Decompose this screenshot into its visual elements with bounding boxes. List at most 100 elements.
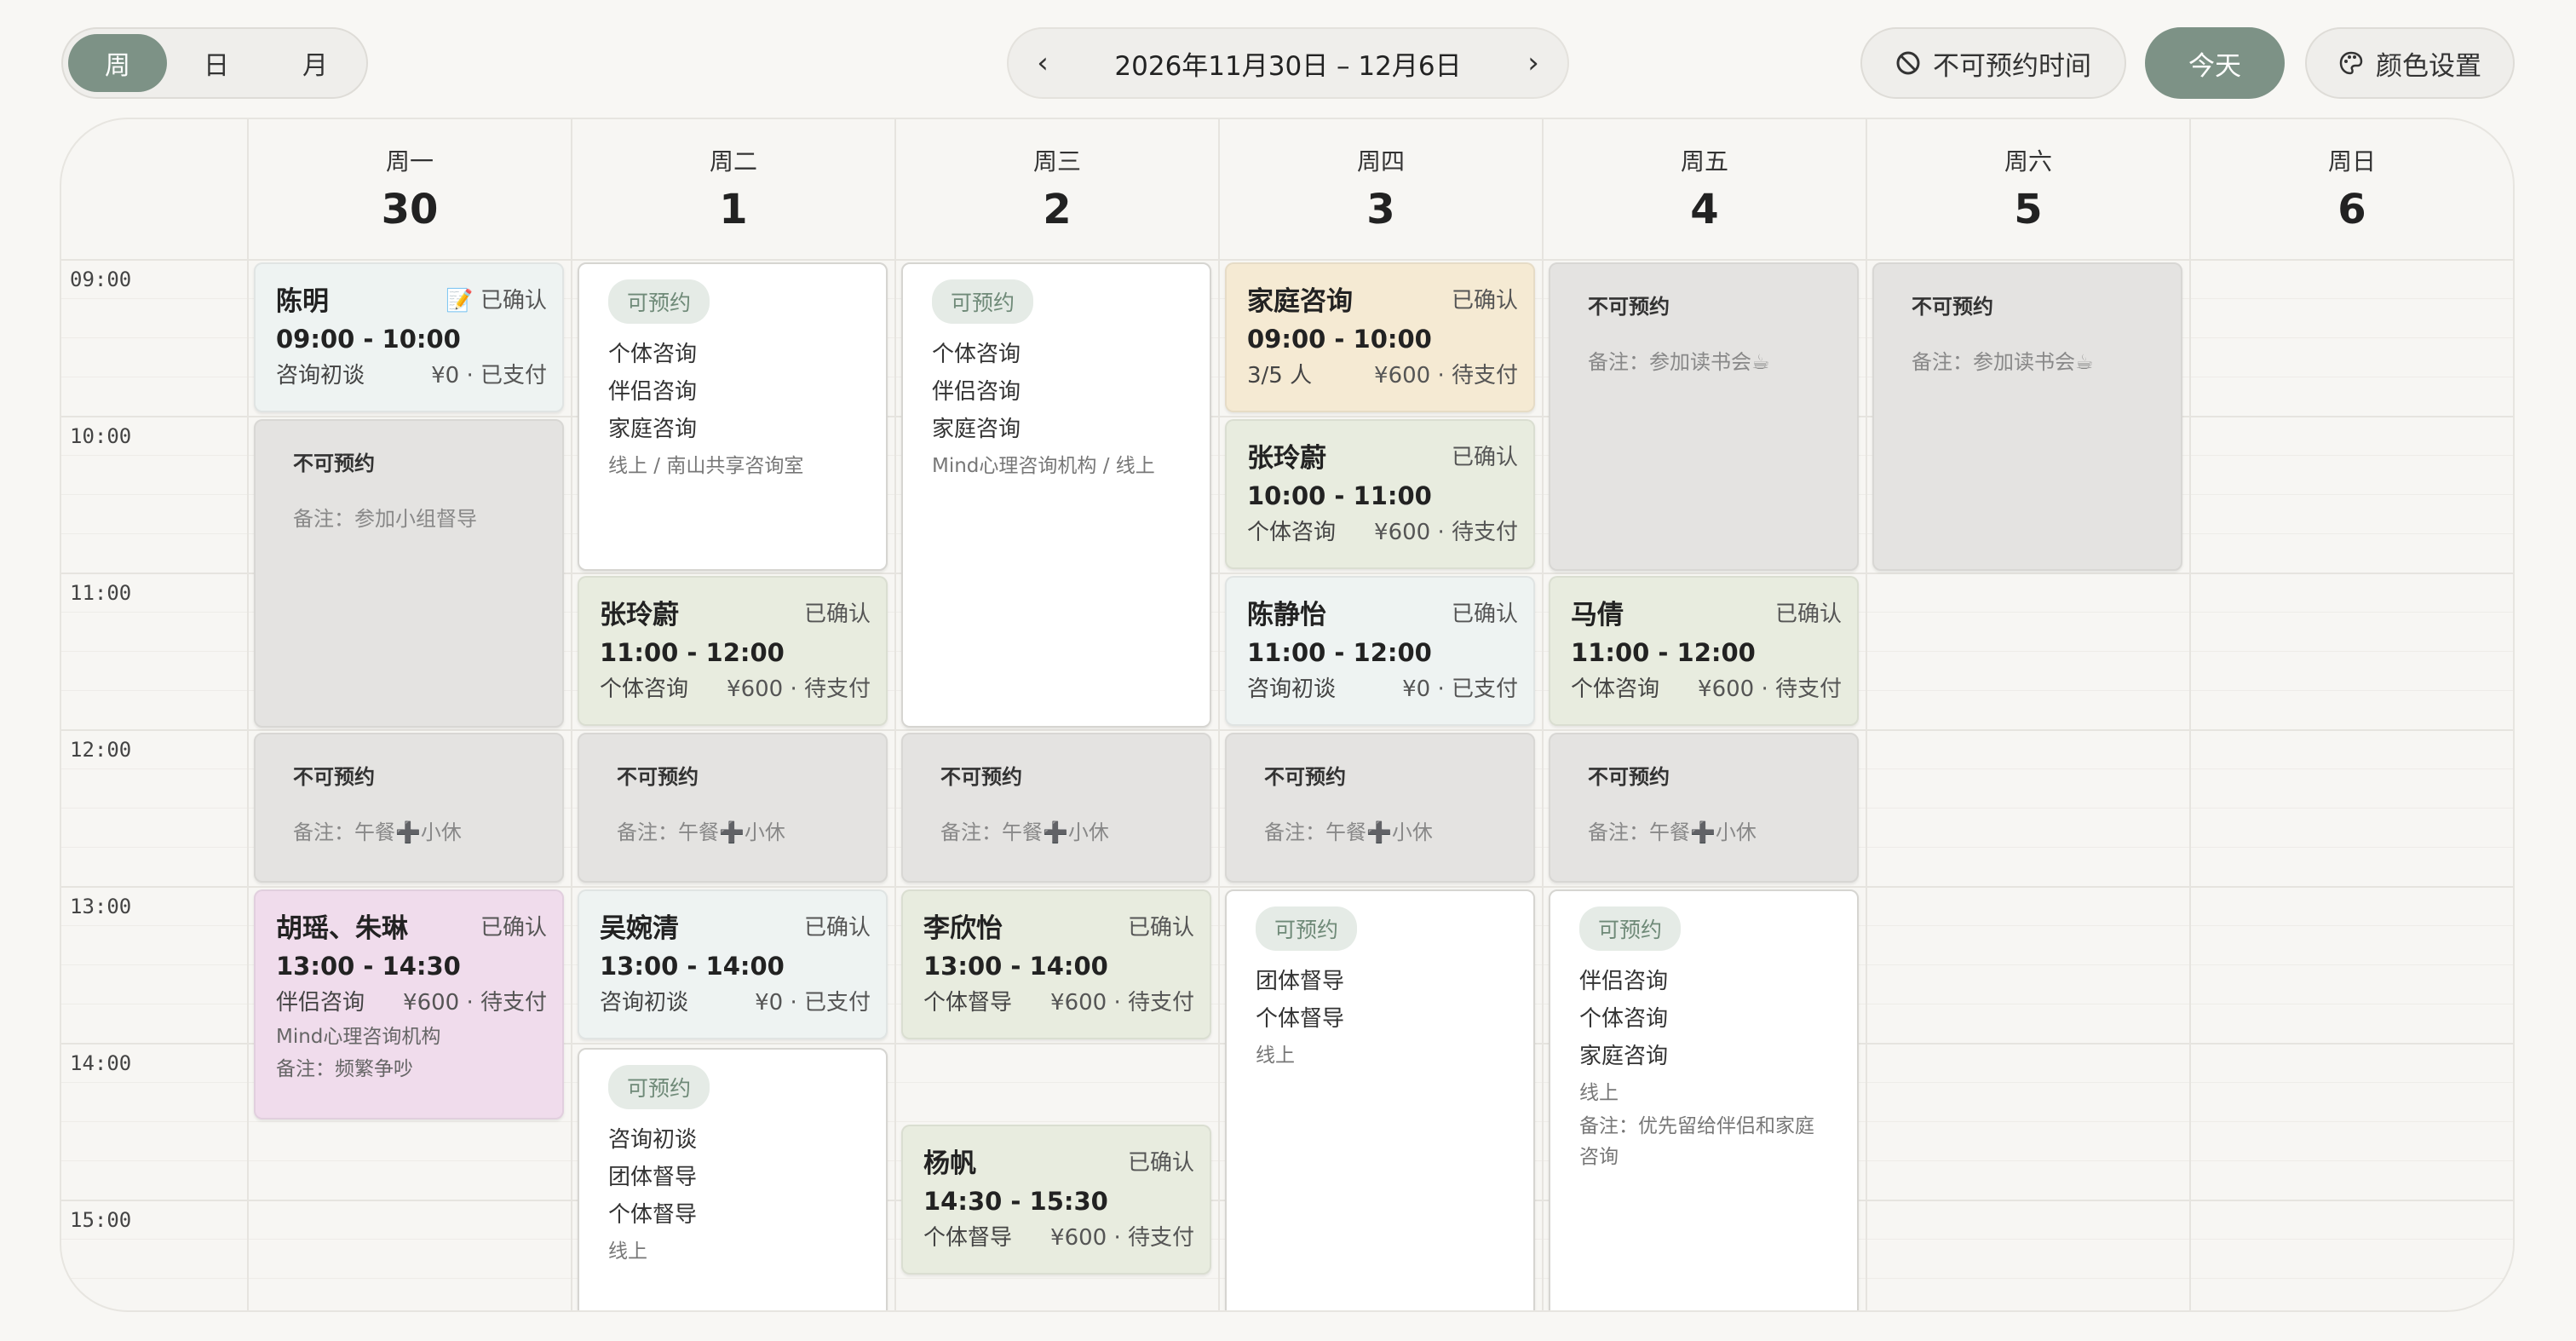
available-slot[interactable]: 可预约 伴侣咨询 个体咨询 家庭咨询 线上 备注：优先留给伴侣和家庭咨询 (1549, 889, 1859, 1310)
today-button[interactable]: 今天 (2145, 27, 2285, 99)
client-name: 李欣怡 (923, 912, 1003, 944)
chevron-right-icon[interactable]: › (1499, 29, 1567, 97)
view-week-button[interactable]: 周 (68, 34, 167, 92)
service-item: 个体咨询 (608, 342, 698, 367)
day-header-thu[interactable]: 周四 3 (1220, 143, 1542, 233)
price-status: ¥600 · 待支付 (727, 676, 871, 702)
service-type: 个体督导 (923, 990, 1013, 1016)
appointment-card[interactable]: 胡瑶、朱琳 已确认 13:00 - 14:30 伴侣咨询 ¥600 · 待支付 Mi… (254, 889, 564, 1119)
unavailable-time-button[interactable]: 不可预约时间 (1860, 27, 2126, 99)
service-type: 伴侣咨询 (276, 990, 365, 1016)
price-status: ¥600 · 待支付 (1050, 1225, 1194, 1251)
status-label: 已确认 (1127, 914, 1194, 941)
appointment-card[interactable]: 李欣怡 已确认 13:00 - 14:00 个体督导 ¥600 · 待支付 (901, 889, 1211, 1039)
block-note: 备注：午餐➕小休 (940, 820, 1109, 844)
time-label: 09:00 (70, 268, 132, 291)
unavailable-block[interactable]: 不可预约 备注：午餐➕小休 (254, 733, 564, 883)
unavailable-block[interactable]: 不可预约 备注：午餐➕小休 (1549, 733, 1859, 883)
appointment-card[interactable]: 吴婉清 已确认 13:00 - 14:00 咨询初谈 ¥0 · 已支付 (578, 889, 888, 1039)
time-label: 13:00 (70, 895, 132, 918)
day-header-wed[interactable]: 周三 2 (896, 143, 1218, 233)
service-type: 个体咨询 (1247, 520, 1337, 545)
service-item: 伴侣咨询 (1579, 969, 1669, 994)
price-status: ¥600 · 待支付 (403, 990, 547, 1016)
appointment-card[interactable]: 陈明 📝 已确认 09:00 - 10:00 咨询初谈 ¥0 · 已支付 (254, 262, 564, 412)
hour-line (61, 729, 2513, 731)
status-label: 已确认 (1774, 601, 1842, 627)
time-range: 13:00 - 14:30 (276, 952, 461, 981)
available-badge: 可预约 (1579, 906, 1682, 951)
column-divider (2189, 119, 2191, 1310)
client-name: 陈明 (276, 285, 329, 317)
block-title: 不可预约 (1588, 765, 1670, 789)
service-item: 伴侣咨询 (932, 379, 1021, 405)
service-item: 咨询初谈 (608, 1127, 698, 1153)
appointment-card[interactable]: 张玲蔚 已确认 11:00 - 12:00 个体咨询 ¥600 · 待支付 (578, 576, 888, 726)
time-label: 12:00 (70, 738, 132, 762)
day-header-tue[interactable]: 周二 1 (572, 143, 894, 233)
block-title: 不可预约 (940, 765, 1022, 789)
available-slot[interactable]: 可预约 个体咨询 伴侣咨询 家庭咨询 线上 / 南山共享咨询室 (578, 262, 888, 571)
color-settings-button[interactable]: 颜色设置 (2305, 27, 2515, 99)
available-slot[interactable]: 可预约 个体咨询 伴侣咨询 家庭咨询 Mind心理咨询机构 / 线上 (901, 262, 1211, 728)
appointment-card[interactable]: 杨帆 已确认 14:30 - 15:30 个体督导 ¥600 · 待支付 (901, 1125, 1211, 1275)
view-month-button[interactable]: 月 (266, 34, 365, 92)
unavailable-block[interactable]: 不可预约 备注：午餐➕小休 (901, 733, 1211, 883)
date-number: 2 (1043, 186, 1072, 233)
status-label: 已确认 (803, 914, 871, 941)
service-item: 团体督导 (608, 1165, 698, 1190)
location-label: 线上 (608, 1240, 647, 1263)
location-label: Mind心理咨询机构 / 线上 (932, 455, 1155, 477)
appointment-card[interactable]: 陈静怡 已确认 11:00 - 12:00 咨询初谈 ¥0 · 已支付 (1225, 576, 1535, 726)
day-header-sun[interactable]: 周日 6 (2191, 143, 2513, 233)
organization-label: Mind心理咨询机构 (276, 1026, 441, 1048)
service-item: 家庭咨询 (932, 417, 1021, 442)
price-status: ¥0 · 已支付 (1402, 676, 1518, 702)
time-range: 11:00 - 12:00 (1247, 638, 1432, 667)
unavailable-block[interactable]: 不可预约 备注：参加小组督导 (254, 419, 564, 728)
unavailable-block[interactable]: 不可预约 备注：参加读书会☕ (1872, 262, 2182, 571)
block-note: 备注：参加小组督导 (293, 507, 477, 531)
unavailable-block[interactable]: 不可预约 备注：参加读书会☕ (1549, 262, 1859, 571)
available-badge: 可预约 (608, 279, 710, 324)
time-range: 11:00 - 12:00 (600, 638, 785, 667)
status-label: 已确认 (1451, 444, 1518, 470)
time-label: 10:00 (70, 424, 132, 448)
block-title: 不可预约 (293, 452, 375, 475)
service-item: 伴侣咨询 (608, 379, 698, 405)
appointment-card[interactable]: 马倩 已确认 11:00 - 12:00 个体咨询 ¥600 · 待支付 (1549, 576, 1859, 726)
appointment-card[interactable]: 家庭咨询 已确认 09:00 - 10:00 3/5 人 ¥600 · 待支付 (1225, 262, 1535, 412)
price-status: ¥600 · 待支付 (1374, 520, 1518, 545)
chevron-left-icon[interactable]: ‹ (1009, 29, 1077, 97)
location-label: 线上 / 南山共享咨询室 (608, 455, 804, 477)
unavailable-block[interactable]: 不可预约 备注：午餐➕小休 (578, 733, 888, 883)
block-title: 不可预约 (1264, 765, 1346, 789)
date-number: 5 (2014, 186, 2043, 233)
time-range: 13:00 - 14:00 (600, 952, 785, 981)
day-header-sat[interactable]: 周六 5 (1867, 143, 2189, 233)
column-divider (247, 119, 249, 1310)
hour-line (61, 259, 2513, 261)
appointment-card[interactable]: 张玲蔚 已确认 10:00 - 11:00 个体咨询 ¥600 · 待支付 (1225, 419, 1535, 569)
view-day-button[interactable]: 日 (167, 34, 266, 92)
day-header-mon[interactable]: 周一 30 (249, 143, 571, 233)
price-status: ¥0 · 已支付 (431, 363, 547, 388)
available-slot[interactable]: 可预约 咨询初谈 团体督导 个体督导 线上 (578, 1048, 888, 1310)
service-type: 个体咨询 (1571, 676, 1660, 702)
service-item: 个体督导 (1256, 1006, 1345, 1032)
price-status: ¥600 · 待支付 (1050, 990, 1194, 1016)
date-navigator: ‹ 2026年11月30日 – 12月6日 › (1007, 27, 1569, 99)
time-range: 11:00 - 12:00 (1571, 638, 1756, 667)
day-header-fri[interactable]: 周五 4 (1544, 143, 1866, 233)
status-label: 已确认 (1451, 287, 1518, 314)
unavailable-block[interactable]: 不可预约 备注：午餐➕小休 (1225, 733, 1535, 883)
service-type: 个体咨询 (600, 676, 689, 702)
week-calendar: 09:00 10:00 11:00 12:00 13:00 14:00 15:0… (60, 118, 2515, 1312)
block-note: 备注：午餐➕小休 (1588, 820, 1757, 844)
palette-icon (2339, 51, 2363, 75)
client-name: 吴婉清 (600, 912, 679, 944)
status-label: 已确认 (480, 914, 547, 941)
column-divider (1542, 119, 1544, 1310)
available-slot[interactable]: 可预约 团体督导 个体督导 线上 (1225, 889, 1535, 1310)
price-status: ¥0 · 已支付 (755, 990, 871, 1016)
